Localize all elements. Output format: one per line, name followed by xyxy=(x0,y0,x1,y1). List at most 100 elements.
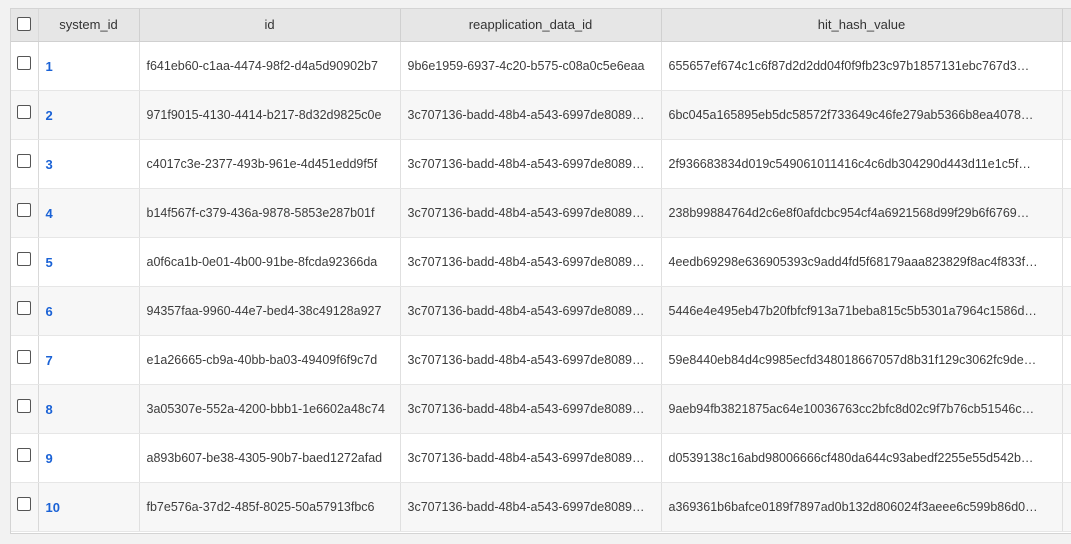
row-checkbox[interactable] xyxy=(17,251,32,266)
system-id-link[interactable]: 2 xyxy=(46,108,53,123)
overflow-cell xyxy=(1062,237,1071,287)
system-id-cell: 10 xyxy=(38,482,140,532)
id-cell: fb7e576a-37d2-485f-8025-50a57913fbc6 xyxy=(139,482,401,532)
hit-hash-value-cell: 4eedb69298e636905393c9add4fd5f68179aaa82… xyxy=(661,237,1063,287)
table-row[interactable]: 2 971f9015-4130-4414-b217-8d32d9825c0e 3c7… xyxy=(11,90,1071,140)
header-row: system_id id reapplication_data_id hit_h… xyxy=(11,9,1071,42)
system-id-cell: 3 xyxy=(38,139,140,189)
overflow-cell xyxy=(1062,90,1071,140)
system-id-link[interactable]: 5 xyxy=(46,255,53,270)
overflow-cell xyxy=(1062,286,1071,336)
table-row[interactable]: 3 c4017c3e-2377-493b-961e-4d451edd9f5f 3c7… xyxy=(11,139,1071,189)
row-checkbox[interactable] xyxy=(17,202,32,217)
row-select-cell xyxy=(11,237,39,287)
table-row[interactable]: 7 e1a26665-cb9a-40bb-ba03-49409f6f9c7d 3c7… xyxy=(11,335,1071,385)
row-checkbox[interactable] xyxy=(17,349,32,364)
overflow-cell xyxy=(1062,482,1071,532)
row-select-cell xyxy=(11,188,39,238)
select-all-cell xyxy=(11,9,39,42)
reapplication-data-id-cell: 3c707136-badd-48b4-a543-6997de8089… xyxy=(400,188,662,238)
column-header-system-id[interactable]: system_id xyxy=(38,9,140,42)
row-select-cell xyxy=(11,90,39,140)
reapplication-data-id-cell: 3c707136-badd-48b4-a543-6997de8089… xyxy=(400,384,662,434)
overflow-cell xyxy=(1062,139,1071,189)
hit-hash-value-cell: 5446e4e495eb47b20fbfcf913a71beba815c5b53… xyxy=(661,286,1063,336)
column-header-id[interactable]: id xyxy=(139,9,401,42)
reapplication-data-id-cell: 3c707136-badd-48b4-a543-6997de8089… xyxy=(400,433,662,483)
table-row[interactable]: 6 94357faa-9960-44e7-bed4-38c49128a927 3c7… xyxy=(11,286,1071,336)
row-select-cell xyxy=(11,433,39,483)
system-id-cell: 2 xyxy=(38,90,140,140)
hit-hash-value-cell: 238b99884764d2c6e8f0afdcbc954cf4a6921568… xyxy=(661,188,1063,238)
id-cell: e1a26665-cb9a-40bb-ba03-49409f6f9c7d xyxy=(139,335,401,385)
system-id-link[interactable]: 6 xyxy=(46,304,53,319)
row-select-cell xyxy=(11,139,39,189)
row-select-cell xyxy=(11,286,39,336)
system-id-cell: 4 xyxy=(38,188,140,238)
system-id-cell: 5 xyxy=(38,237,140,287)
table-row[interactable]: 9 a893b607-be38-4305-90b7-baed1272afad 3c7… xyxy=(11,433,1071,483)
row-checkbox[interactable] xyxy=(17,153,32,168)
system-id-link[interactable]: 9 xyxy=(46,451,53,466)
reapplication-data-id-cell: 3c707136-badd-48b4-a543-6997de8089… xyxy=(400,286,662,336)
table-row[interactable]: 4 b14f567f-c379-436a-9878-5853e287b01f 3c7… xyxy=(11,188,1071,238)
overflow-cell xyxy=(1062,433,1071,483)
column-header-reapplication-data-id[interactable]: reapplication_data_id xyxy=(400,9,662,42)
row-checkbox[interactable] xyxy=(17,398,32,413)
id-cell: 94357faa-9960-44e7-bed4-38c49128a927 xyxy=(139,286,401,336)
overflow-cell xyxy=(1062,188,1071,238)
hit-hash-value-cell: a369361b6bafce0189f7897ad0b132d806024f3a… xyxy=(661,482,1063,532)
system-id-link[interactable]: 10 xyxy=(46,500,60,515)
system-id-link[interactable]: 4 xyxy=(46,206,53,221)
row-select-cell xyxy=(11,335,39,385)
row-checkbox[interactable] xyxy=(17,300,32,315)
reapplication-data-id-cell: 3c707136-badd-48b4-a543-6997de8089… xyxy=(400,237,662,287)
system-id-cell: 9 xyxy=(38,433,140,483)
row-select-cell xyxy=(11,384,39,434)
column-header-overflow xyxy=(1062,9,1071,42)
row-checkbox[interactable] xyxy=(17,496,32,511)
id-cell: 3a05307e-552a-4200-bbb1-1e6602a48c74 xyxy=(139,384,401,434)
row-checkbox[interactable] xyxy=(17,447,32,462)
id-cell: 971f9015-4130-4414-b217-8d32d9825c0e xyxy=(139,90,401,140)
system-id-cell: 6 xyxy=(38,286,140,336)
hit-hash-value-cell: 6bc045a165895eb5dc58572f733649c46fe279ab… xyxy=(661,90,1063,140)
column-header-hit-hash-value[interactable]: hit_hash_value xyxy=(661,9,1063,42)
table-row[interactable]: 1 f641eb60-c1aa-4474-98f2-d4a5d90902b7 9b6… xyxy=(11,41,1071,91)
overflow-cell xyxy=(1062,335,1071,385)
hit-hash-value-cell: 9aeb94fb3821875ac64e10036763cc2bfc8d02c9… xyxy=(661,384,1063,434)
id-cell: a893b607-be38-4305-90b7-baed1272afad xyxy=(139,433,401,483)
system-id-cell: 8 xyxy=(38,384,140,434)
reapplication-data-id-cell: 3c707136-badd-48b4-a543-6997de8089… xyxy=(400,90,662,140)
reapplication-data-id-cell: 3c707136-badd-48b4-a543-6997de8089… xyxy=(400,335,662,385)
table-row[interactable]: 5 a0f6ca1b-0e01-4b00-91be-8fcda92366da 3c7… xyxy=(11,237,1071,287)
hit-hash-value-cell: 2f936683834d019c549061011416c4c6db304290… xyxy=(661,139,1063,189)
hit-hash-value-cell: 59e8440eb84d4c9985ecfd348018667057d8b31f… xyxy=(661,335,1063,385)
system-id-cell: 7 xyxy=(38,335,140,385)
table-body: 1 f641eb60-c1aa-4474-98f2-d4a5d90902b7 9b6… xyxy=(11,41,1071,532)
table-row[interactable]: 10 fb7e576a-37d2-485f-8025-50a57913fbc6 3c… xyxy=(11,482,1071,532)
row-checkbox[interactable] xyxy=(17,55,32,70)
system-id-link[interactable]: 3 xyxy=(46,157,53,172)
system-id-link[interactable]: 8 xyxy=(46,402,53,417)
id-cell: a0f6ca1b-0e01-4b00-91be-8fcda92366da xyxy=(139,237,401,287)
reapplication-data-id-cell: 3c707136-badd-48b4-a543-6997de8089… xyxy=(400,139,662,189)
hit-hash-value-cell: d0539138c16abd98006666cf480da644c93abedf… xyxy=(661,433,1063,483)
reapplication-data-id-cell: 9b6e1959-6937-4c20-b575-c08a0c5e6eaa xyxy=(400,41,662,91)
system-id-link[interactable]: 7 xyxy=(46,353,53,368)
row-checkbox[interactable] xyxy=(17,104,32,119)
id-cell: f641eb60-c1aa-4474-98f2-d4a5d90902b7 xyxy=(139,41,401,91)
row-select-cell xyxy=(11,41,39,91)
table-row[interactable]: 8 3a05307e-552a-4200-bbb1-1e6602a48c74 3c7… xyxy=(11,384,1071,434)
select-all-checkbox[interactable] xyxy=(17,16,32,31)
overflow-cell xyxy=(1062,41,1071,91)
hit-hash-value-cell: 655657ef674c1c6f87d2d2dd04f0f9fb23c97b18… xyxy=(661,41,1063,91)
results-table: system_id id reapplication_data_id hit_h… xyxy=(11,9,1071,532)
id-cell: c4017c3e-2377-493b-961e-4d451edd9f5f xyxy=(139,139,401,189)
overflow-cell xyxy=(1062,384,1071,434)
reapplication-data-id-cell: 3c707136-badd-48b4-a543-6997de8089… xyxy=(400,482,662,532)
id-cell: b14f567f-c379-436a-9878-5853e287b01f xyxy=(139,188,401,238)
system-id-cell: 1 xyxy=(38,41,140,91)
system-id-link[interactable]: 1 xyxy=(46,59,53,74)
data-grid: system_id id reapplication_data_id hit_h… xyxy=(10,8,1071,534)
